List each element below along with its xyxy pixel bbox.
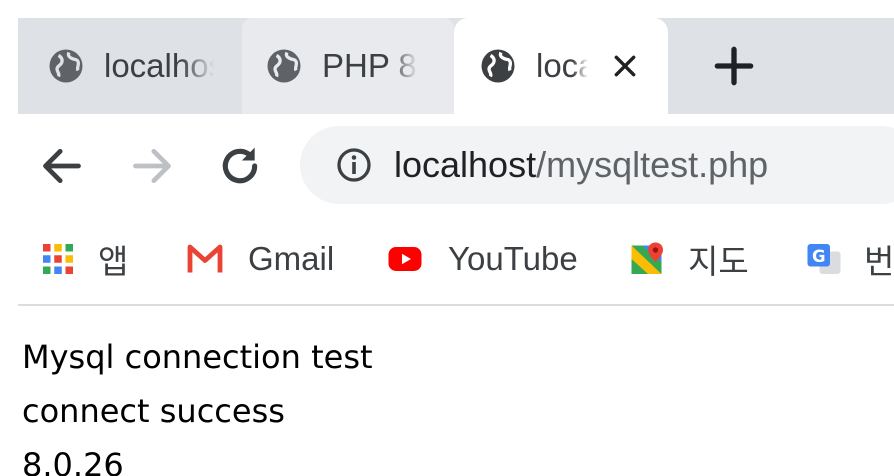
bookmark-label: 지도 [688,243,749,280]
toolbar-divider [18,304,894,306]
tab-localhost-1[interactable]: localhost [18,18,242,114]
tab-title: localhost [104,47,214,84]
browser-window: localhost PHP 8.0 localhost [0,0,894,476]
bookmark-label: YouTube [448,240,578,277]
bookmark-maps[interactable]: 지도 [630,234,749,284]
reload-icon[interactable] [218,144,262,188]
bookmark-translate[interactable]: G 번 [806,234,894,284]
tab-strip: localhost PHP 8.0 localhost [18,18,894,114]
globe-icon [481,49,515,83]
connection-status-line: connect success [22,392,285,430]
url-path: /mysqltest.php [536,144,769,185]
bookmark-label: 앱 [98,243,129,280]
bookmark-youtube[interactable]: YouTube [384,234,578,284]
tab-title: localhost [536,47,588,84]
page-heading-line: Mysql connection test [22,338,373,376]
page-content: Mysql connection test connect success 8.… [22,330,882,476]
translate-icon: G [807,244,841,274]
tab-title: PHP 8.0 [322,47,418,84]
arrow-left-icon[interactable] [40,144,84,188]
svg-text:G: G [812,247,826,266]
tab-php[interactable]: PHP 8.0 [242,18,454,114]
globe-icon [267,49,301,83]
bookmark-label: Gmail [248,240,335,277]
tab-localhost-active[interactable]: localhost [454,18,668,114]
url-text: localhost/mysqltest.php [394,144,768,186]
info-icon[interactable] [336,147,372,183]
toolbar: localhost/mysqltest.php [18,114,894,216]
globe-icon [49,49,83,83]
gmail-icon [187,244,223,273]
apps-grid-icon [43,244,73,274]
close-icon[interactable] [612,53,638,79]
plus-icon[interactable] [714,46,754,86]
bookmark-gmail[interactable]: Gmail [184,234,334,284]
address-bar[interactable]: localhost/mysqltest.php [300,126,894,204]
bookmark-label: 번 [864,243,894,280]
arrow-right-icon[interactable] [130,144,174,188]
url-host: localhost [394,144,537,185]
youtube-icon [388,247,422,271]
bookmarks-bar: 앱 Gmail YouTube 지도 G 번 [18,216,894,304]
bookmark-apps[interactable]: 앱 [40,234,128,284]
mysql-version-line: 8.0.26 [22,446,124,476]
maps-icon [631,242,663,274]
